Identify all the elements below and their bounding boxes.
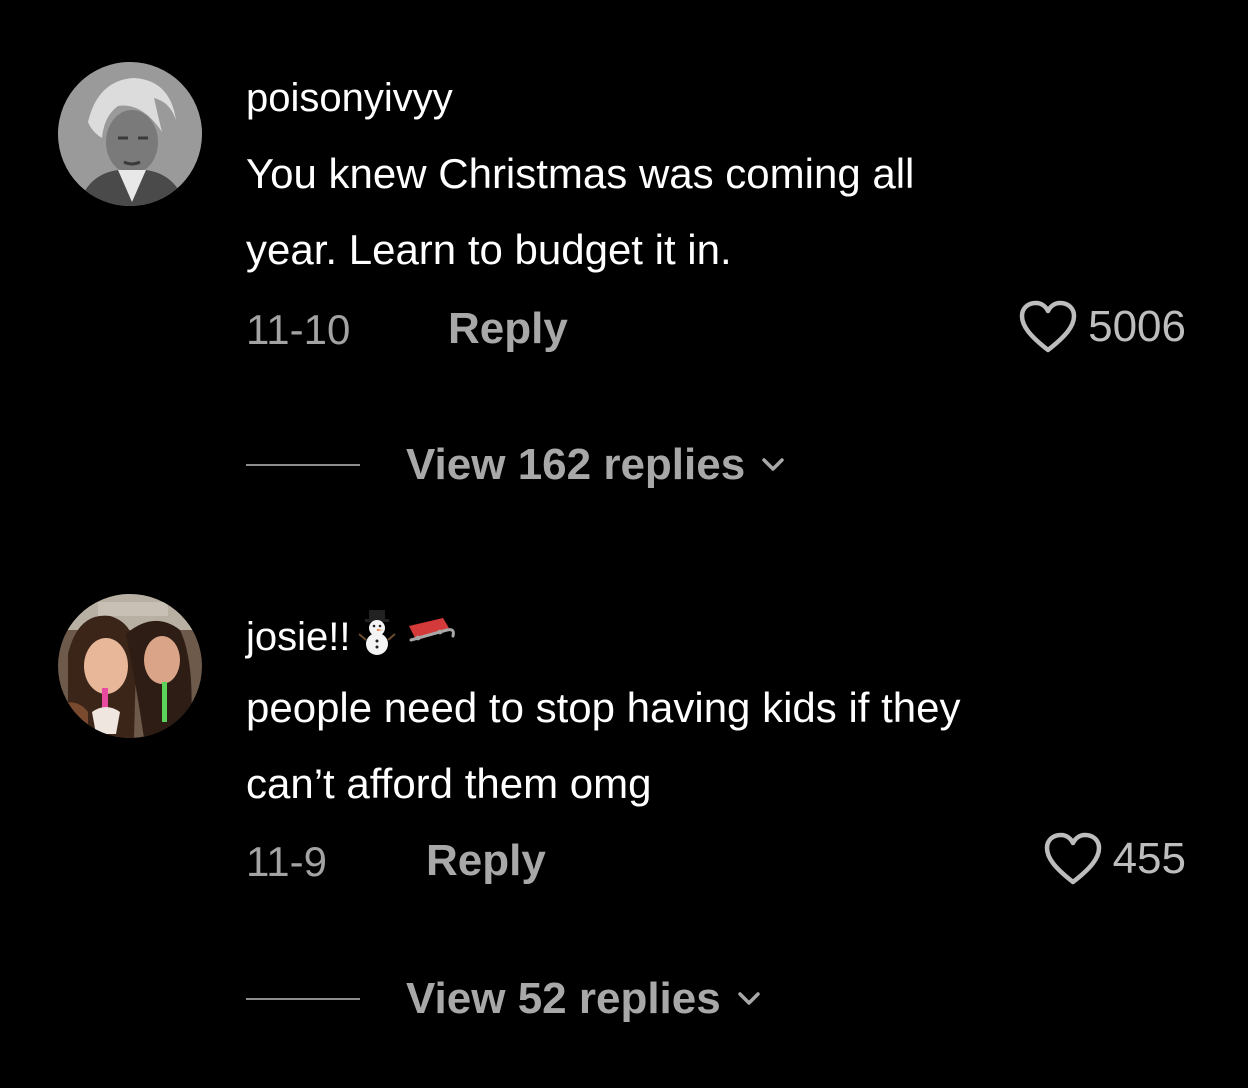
reply-button[interactable]: Reply: [448, 304, 568, 354]
snowman-icon: [357, 608, 397, 666]
like-count: 455: [1112, 834, 1186, 883]
view-replies-label: View 52 replies: [406, 974, 721, 1023]
sled-icon: [403, 612, 457, 662]
heart-icon: [1044, 832, 1101, 885]
comment-text: You knew Christmas was coming all year. …: [246, 136, 1186, 288]
view-replies-button[interactable]: View 162 replies: [246, 440, 785, 490]
reply-button[interactable]: Reply: [426, 836, 546, 886]
comment-text-line: can’t afford them omg: [246, 760, 652, 807]
comment-text-line: year. Learn to budget it in.: [246, 226, 732, 273]
avatar[interactable]: [58, 594, 202, 738]
chevron-down-icon: [762, 458, 784, 471]
chevron-down-icon: [737, 992, 760, 1005]
like-button[interactable]: 5006: [1018, 300, 1186, 354]
comment-text: people need to stop having kids if they …: [246, 670, 1186, 822]
divider-line: [246, 464, 360, 466]
view-replies-button[interactable]: View 52 replies: [246, 974, 761, 1024]
divider-line: [246, 998, 360, 1000]
username[interactable]: poisonyivyy: [246, 76, 453, 121]
view-replies-label: View 162 replies: [406, 440, 746, 489]
comment-text-line: people need to stop having kids if they: [246, 684, 961, 731]
comment-text-line: You knew Christmas was coming all: [246, 150, 915, 197]
username-text: josie!!: [246, 614, 351, 659]
heart-icon: [1019, 300, 1077, 353]
comment-date: 11-9: [246, 838, 327, 885]
avatar[interactable]: [58, 62, 202, 206]
like-count: 5006: [1088, 302, 1186, 351]
comment-date: 11-10: [246, 306, 351, 353]
username[interactable]: josie!!: [246, 608, 457, 666]
like-button[interactable]: 455: [1043, 832, 1186, 886]
